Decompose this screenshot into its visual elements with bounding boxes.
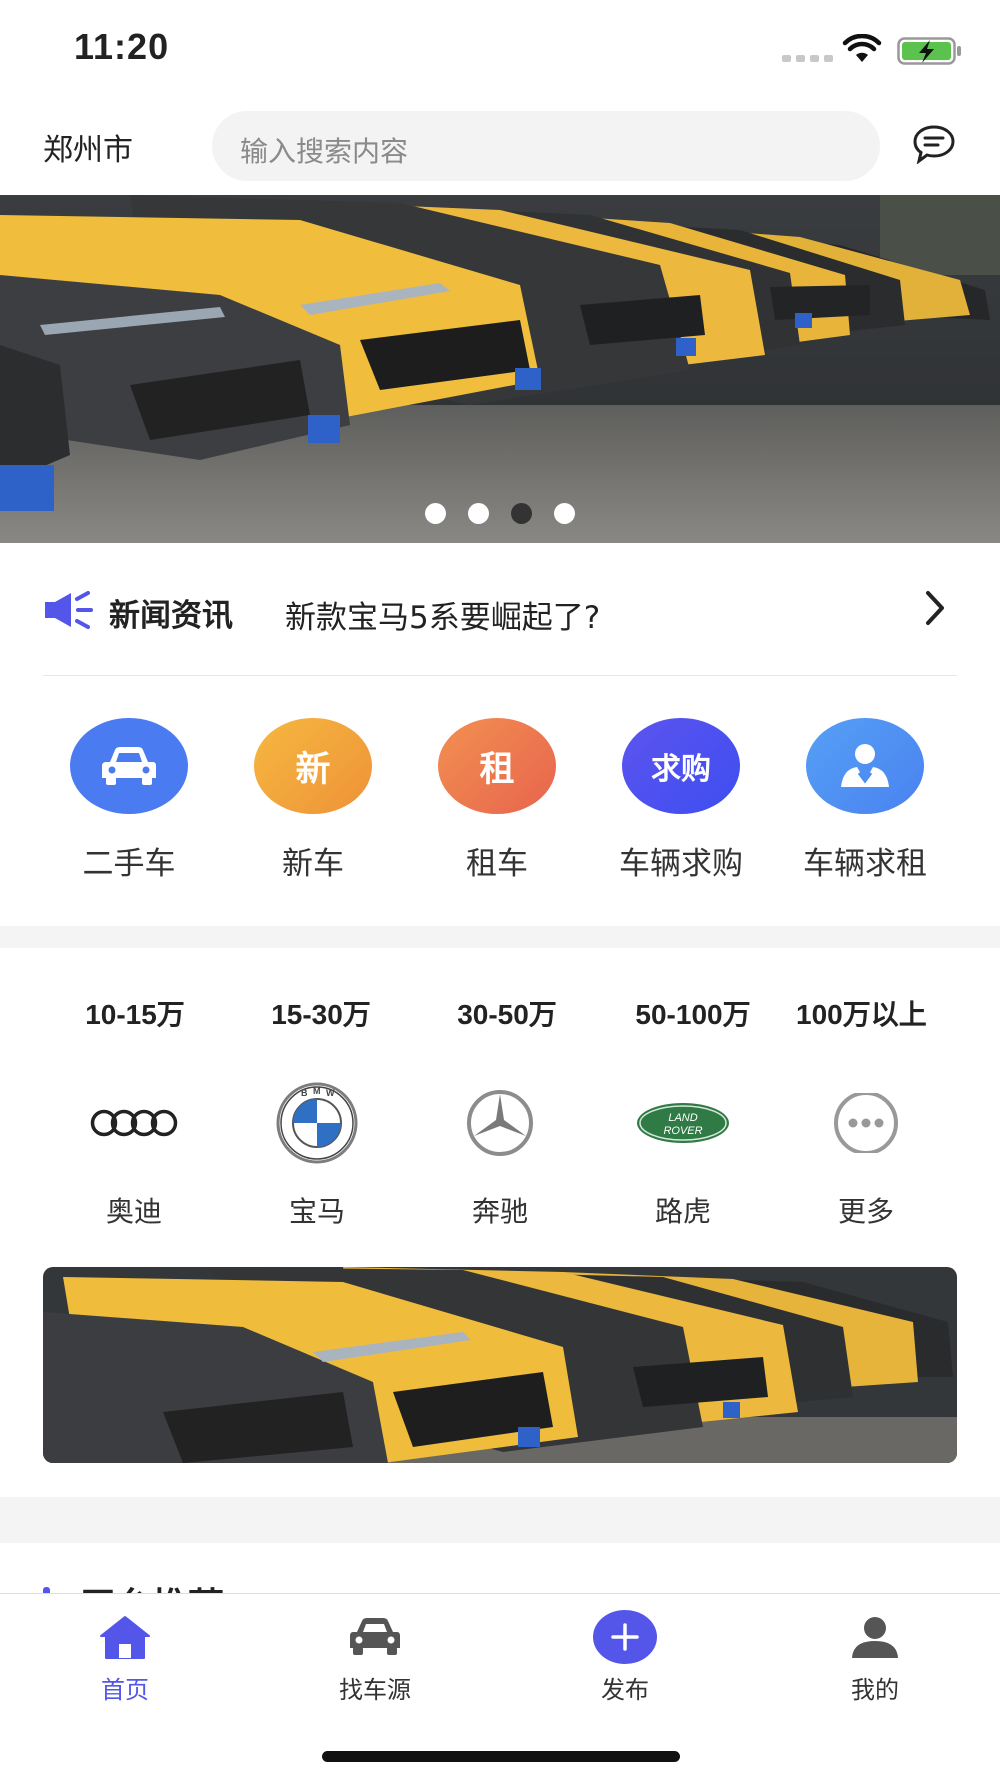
brand-bmw[interactable]: B M W 宝马 [224,1080,410,1230]
price-range-30-50[interactable]: 30-50万 [414,993,600,1033]
category-rent-request[interactable]: 车辆求租 [780,718,950,883]
category-new-car[interactable]: 新 新车 [228,718,398,883]
megaphone-icon [45,591,93,629]
tab-label: 找车源 [339,1676,411,1704]
section-divider [0,1497,1000,1543]
search-input[interactable]: 输入搜索内容 [212,111,880,181]
cellular-signal-icon [782,55,833,62]
brand-mercedes[interactable]: 奔驰 [407,1080,593,1230]
mercedes-logo [467,1090,533,1156]
category-used-car[interactable]: 二手车 [44,718,214,883]
category-label: 车辆求租 [803,846,927,882]
price-range-15-30[interactable]: 15-30万 [228,993,414,1033]
brand-label: 更多 [837,1195,894,1228]
more-icon [834,1093,898,1153]
home-icon [100,1616,150,1659]
status-bar: 11:20 [0,0,1000,100]
recommend-section-header: 平台推荐 [0,1543,1000,1593]
wifi-icon [842,34,882,62]
city-selector[interactable]: 郑州市 [43,125,133,169]
promo-banner[interactable] [43,1267,957,1463]
news-headline[interactable]: 新款宝马5系要崛起了? [285,592,600,637]
car-icon [350,1618,400,1655]
category-label: 租车 [466,846,528,882]
category-label: 二手车 [82,846,176,882]
status-time: 11:20 [74,26,170,67]
home-indicator[interactable] [322,1751,680,1762]
section-divider [0,926,1000,948]
brand-more[interactable]: 更多 [773,1080,959,1230]
message-icon[interactable] [912,124,956,164]
category-rent-car[interactable]: 租 租车 [412,718,582,883]
tab-label: 首页 [101,1676,149,1704]
brand-audi[interactable]: 奥迪 [41,1080,227,1230]
category-grid: 二手车 新 新车 租 租车 求购 车辆求购 车辆求租 [0,718,1000,882]
bmw-letter-w: W [326,1088,335,1098]
brand-land-rover[interactable]: LAND ROVER 路虎 [590,1080,776,1230]
category-label: 车辆求购 [619,846,743,882]
tab-label: 我的 [851,1676,899,1704]
bmw-letter-b: B [301,1088,308,1098]
user-icon [852,1617,898,1658]
section-title: 平台推荐 [80,1577,224,1593]
bottom-tab-bar: 首页 找车源 发布 我的 [0,1593,1000,1778]
rent-badge-icon: 租 [438,718,556,814]
tab-label: 发布 [601,1676,649,1704]
promo-banner-image [43,1267,957,1463]
category-label: 新车 [282,846,344,882]
banner-pagination [0,503,1000,524]
brand-label: 奔驰 [471,1195,528,1228]
tab-publish[interactable]: 发布 [525,1608,725,1705]
audi-logo [90,1109,178,1137]
brand-label: 宝马 [288,1195,345,1228]
price-range-10-15[interactable]: 10-15万 [42,993,228,1033]
land-rover-text-2: ROVER [663,1125,702,1137]
buy-request-badge-icon: 求购 [622,718,740,814]
news-label: 新闻资讯 [109,598,233,634]
banner-dot[interactable] [554,503,575,524]
new-badge-icon: 新 [254,718,372,814]
battery-icon [897,37,961,65]
price-range-100-plus[interactable]: 100万以上 [786,993,960,1033]
header: 郑州市 输入搜索内容 [0,100,1000,195]
bmw-logo: B M W [276,1082,358,1164]
land-rover-text-1: LAND [668,1112,697,1124]
chevron-right-icon[interactable] [923,588,947,628]
banner-image [0,195,1000,543]
banner-dot[interactable] [468,503,489,524]
price-range-filters: 10-15万 15-30万 30-50万 50-100万 100万以上 [0,993,1000,1039]
tab-mine[interactable]: 我的 [775,1608,975,1705]
news-ticker[interactable]: 新闻资讯 新款宝马5系要崛起了? [43,560,957,676]
plus-icon [593,1610,657,1664]
user-icon [806,718,924,814]
tab-find-car[interactable]: 找车源 [275,1608,475,1705]
car-icon [70,718,188,814]
price-range-50-100[interactable]: 50-100万 [600,993,786,1033]
tab-home[interactable]: 首页 [25,1608,225,1705]
bmw-letter-m: M [313,1086,321,1096]
category-buy-request[interactable]: 求购 车辆求购 [596,718,766,883]
banner-dot-active[interactable] [511,503,532,524]
brand-label: 路虎 [654,1195,711,1228]
banner-dot[interactable] [425,503,446,524]
search-placeholder: 输入搜索内容 [240,135,409,168]
hero-banner[interactable] [0,195,1000,543]
brand-label: 奥迪 [105,1195,162,1228]
brand-grid: 奥迪 B M W 宝马 奔驰 LAND ROVER 路虎 更多 [0,1080,1000,1228]
land-rover-logo: LAND ROVER [637,1103,729,1143]
